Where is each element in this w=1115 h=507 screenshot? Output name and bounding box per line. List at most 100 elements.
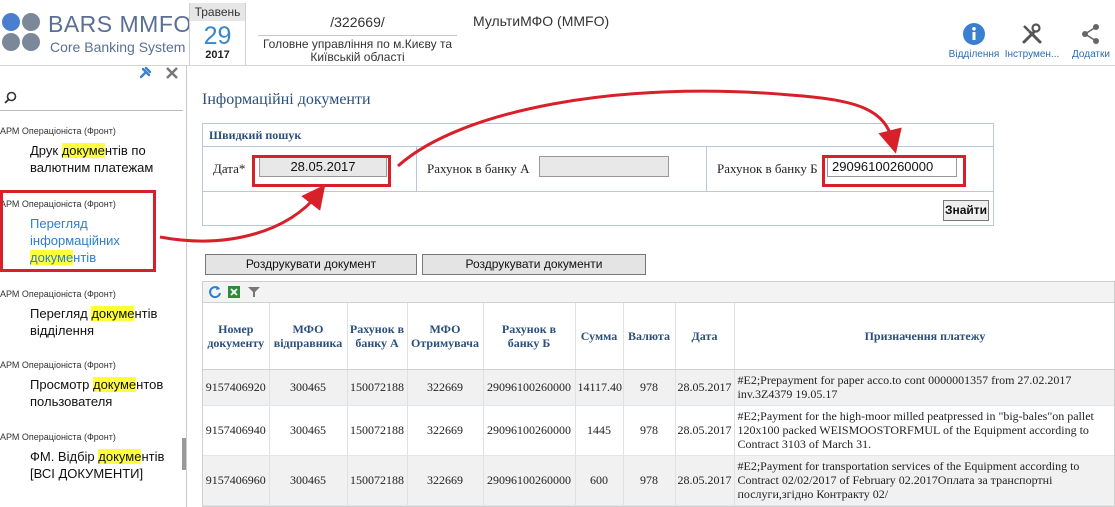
cell-payment-purpose: #E2;Payment for the high-moor milled pea… <box>734 405 1114 456</box>
documents-table: Номер документу МФО відправника Рахунок … <box>203 303 1114 506</box>
addons-button-label: Додатки <box>1072 49 1110 60</box>
cell-sum: 600 <box>575 455 624 506</box>
tools-button[interactable]: Інструмен... <box>1004 22 1060 60</box>
cell-sum: 14117.40 <box>575 369 624 406</box>
pin-icon[interactable] <box>138 66 152 80</box>
cell-account-b: 29096100260000 <box>483 405 576 456</box>
cell-doc-number: 9157406920 <box>203 369 270 406</box>
cell-payment-purpose: #E2;Payment for transportation services … <box>734 455 1114 506</box>
sidebar-item-label: Перегляд документів відділення <box>30 306 158 338</box>
column-header[interactable]: Рахунок в банку А <box>347 303 408 370</box>
search-icon <box>4 91 17 104</box>
close-icon[interactable] <box>166 67 178 79</box>
logo-dots <box>2 13 44 55</box>
sidebar-item-label: ФМ. Відбір документів [ВСІ ДОКУМЕНТИ] <box>30 449 165 481</box>
bars-logo: BARS MMFO Core Banking System <box>2 9 191 59</box>
column-header[interactable]: Сумма <box>575 303 624 370</box>
cell-account-b: 29096100260000 <box>483 369 576 406</box>
refresh-icon[interactable] <box>208 285 222 299</box>
date-day: 29 <box>203 22 232 50</box>
cell-mfo-receiver: 322669 <box>407 369 484 406</box>
account-a-cell: Рахунок в банку А <box>417 147 707 192</box>
column-header[interactable]: Рахунок в банку Б <box>483 303 576 370</box>
sidebar-search[interactable] <box>0 85 183 111</box>
cell-account-a: 150072188 <box>347 405 408 456</box>
sidebar-item-fm-all-documents[interactable]: АРМ Операціоніста (Фронт) ФМ. Відбір док… <box>0 432 183 482</box>
column-header[interactable]: Призначення платежу <box>734 303 1114 370</box>
quick-search-title: Швидкий пошук <box>203 124 993 147</box>
find-button[interactable]: Знайти <box>943 200 989 221</box>
cell-currency: 978 <box>623 405 676 456</box>
branch-button-label: Відділення <box>948 49 1000 60</box>
cell-mfo-sender: 300465 <box>269 455 348 506</box>
tools-button-label: Інструмен... <box>1004 49 1060 60</box>
date-year: 2017 <box>205 49 230 61</box>
mfo-code[interactable]: /322669/ <box>260 14 455 30</box>
bank-date[interactable]: Травень 29 2017 <box>189 3 246 65</box>
cell-date: 28.05.2017 <box>675 455 735 506</box>
table-row[interactable]: 9157406920 300465 150072188 322669 29096… <box>203 369 1114 406</box>
cell-date: 28.05.2017 <box>675 405 735 456</box>
cell-account-b: 29096100260000 <box>483 455 576 506</box>
grid-toolbar <box>203 282 1114 303</box>
app-header: BARS MMFO Core Banking System Травень 29… <box>0 0 1115 66</box>
info-icon <box>963 23 985 45</box>
annotation-highlight-date <box>252 155 391 187</box>
date-label: Дата* <box>213 161 246 176</box>
sidebar-item-print-currency[interactable]: АРМ Операціоніста (Фронт) Друк документі… <box>0 126 183 176</box>
account-a-label: Рахунок в банку А <box>427 161 530 176</box>
sidebar-item-user-documents[interactable]: АРМ Операціоніста (Фронт) Просмотр докум… <box>0 360 183 410</box>
sidebar-item-category: АРМ Операціоніста (Фронт) <box>0 289 116 299</box>
cell-mfo-receiver: 322669 <box>407 405 484 456</box>
page-title: Інформаційні документи <box>202 91 371 108</box>
logo-subtitle: Core Banking System <box>50 39 186 55</box>
sidebar-tools <box>138 66 184 82</box>
sidebar-item-label: Просмотр документов пользователя <box>30 377 164 409</box>
sidebar: АРМ Операціоніста (Фронт) Друк документі… <box>0 66 187 507</box>
print-document-button[interactable]: Роздрукувати документ <box>205 254 417 275</box>
table-row[interactable]: 9157406960 300465 150072188 322669 29096… <box>203 455 1114 506</box>
sidebar-item-branch-documents[interactable]: АРМ Операціоніста (Фронт) Перегляд докум… <box>0 289 183 339</box>
share-icon <box>1082 24 1099 44</box>
cell-account-a: 150072188 <box>347 369 408 406</box>
cell-mfo-sender: 300465 <box>269 405 348 456</box>
sidebar-item-label: Друк документів по валютним платежам <box>30 143 154 175</box>
account-a-field[interactable] <box>539 156 669 177</box>
tools-icon <box>1022 23 1042 44</box>
cell-sum: 1445 <box>575 405 624 456</box>
addons-button[interactable]: Додатки <box>1063 22 1115 60</box>
cell-currency: 978 <box>623 369 676 406</box>
filter-icon[interactable] <box>247 285 261 299</box>
cell-doc-number: 9157406940 <box>203 405 270 456</box>
sidebar-item-category: АРМ Операціоніста (Фронт) <box>0 126 116 136</box>
table-row[interactable]: 9157406940 300465 150072188 322669 29096… <box>203 405 1114 456</box>
cell-account-a: 150072188 <box>347 455 408 506</box>
cell-mfo-receiver: 322669 <box>407 455 484 506</box>
cell-currency: 978 <box>623 455 676 506</box>
cell-mfo-sender: 300465 <box>269 369 348 406</box>
account-b-label: Рахунок в банку Б <box>717 161 818 176</box>
cell-date: 28.05.2017 <box>675 369 735 406</box>
sidebar-item-category: АРМ Операціоніста (Фронт) <box>0 360 116 370</box>
print-documents-button[interactable]: Роздрукувати документи <box>422 254 646 275</box>
cell-doc-number: 9157406960 <box>203 455 270 506</box>
mfo-name: Головне управління по м.Києву та Київськ… <box>258 35 457 64</box>
main-content: Інформаційні документи Швидкий пошук Дат… <box>188 66 1115 507</box>
branch-button[interactable]: Відділення <box>946 22 1002 60</box>
column-header[interactable]: Номер документу <box>203 303 270 370</box>
app-title: МультиМФО (MMFO) <box>473 13 610 29</box>
column-header[interactable]: МФО відправника <box>269 303 348 370</box>
cell-payment-purpose: #E2;Prepayment for paper acco.to cont 00… <box>734 369 1114 406</box>
column-header[interactable]: Дата <box>675 303 735 370</box>
sidebar-item-category: АРМ Операціоніста (Фронт) <box>0 432 116 442</box>
column-header[interactable]: МФО Отримувача <box>407 303 484 370</box>
annotation-highlight-account-b <box>822 155 966 187</box>
sidebar-scrollbar[interactable] <box>182 438 186 470</box>
column-header[interactable]: Валюта <box>623 303 676 370</box>
annotation-highlight-sidebar <box>0 190 156 272</box>
documents-grid: Номер документу МФО відправника Рахунок … <box>202 281 1115 507</box>
logo-title: BARS MMFO <box>48 11 192 37</box>
table-header-row: Номер документу МФО відправника Рахунок … <box>203 303 1114 370</box>
excel-export-icon[interactable] <box>227 285 241 299</box>
date-month: Травень <box>190 3 245 21</box>
